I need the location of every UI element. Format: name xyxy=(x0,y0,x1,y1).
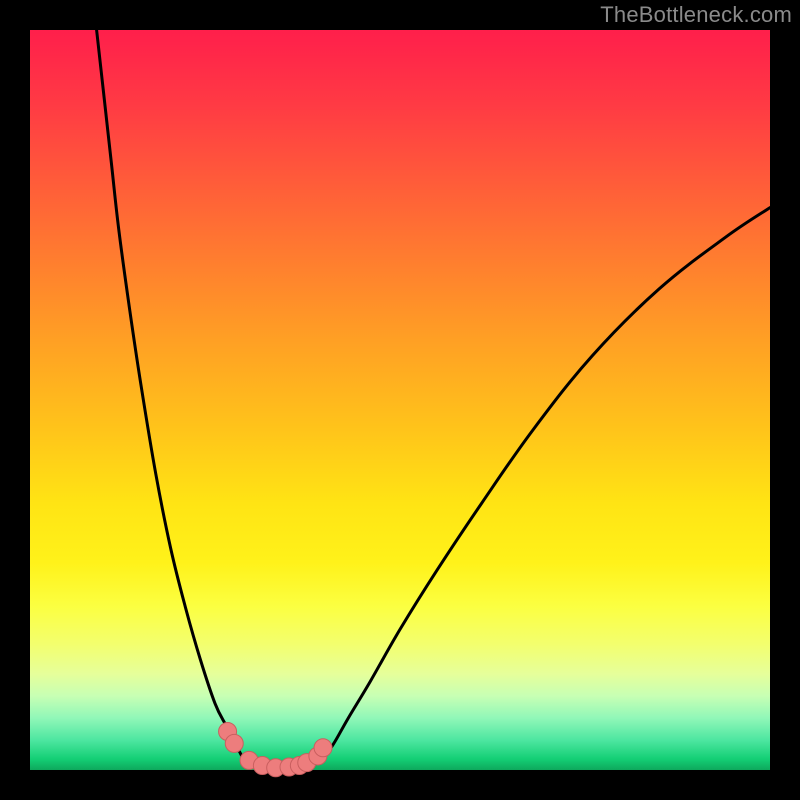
chart-frame: TheBottleneck.com xyxy=(0,0,800,800)
curve-marker xyxy=(314,739,332,757)
curve-marker xyxy=(225,734,243,752)
plot-area xyxy=(30,30,770,770)
watermark-text: TheBottleneck.com xyxy=(600,2,792,28)
curve-markers xyxy=(219,723,332,777)
chart-svg xyxy=(30,30,770,770)
bottleneck-curve xyxy=(97,30,770,768)
